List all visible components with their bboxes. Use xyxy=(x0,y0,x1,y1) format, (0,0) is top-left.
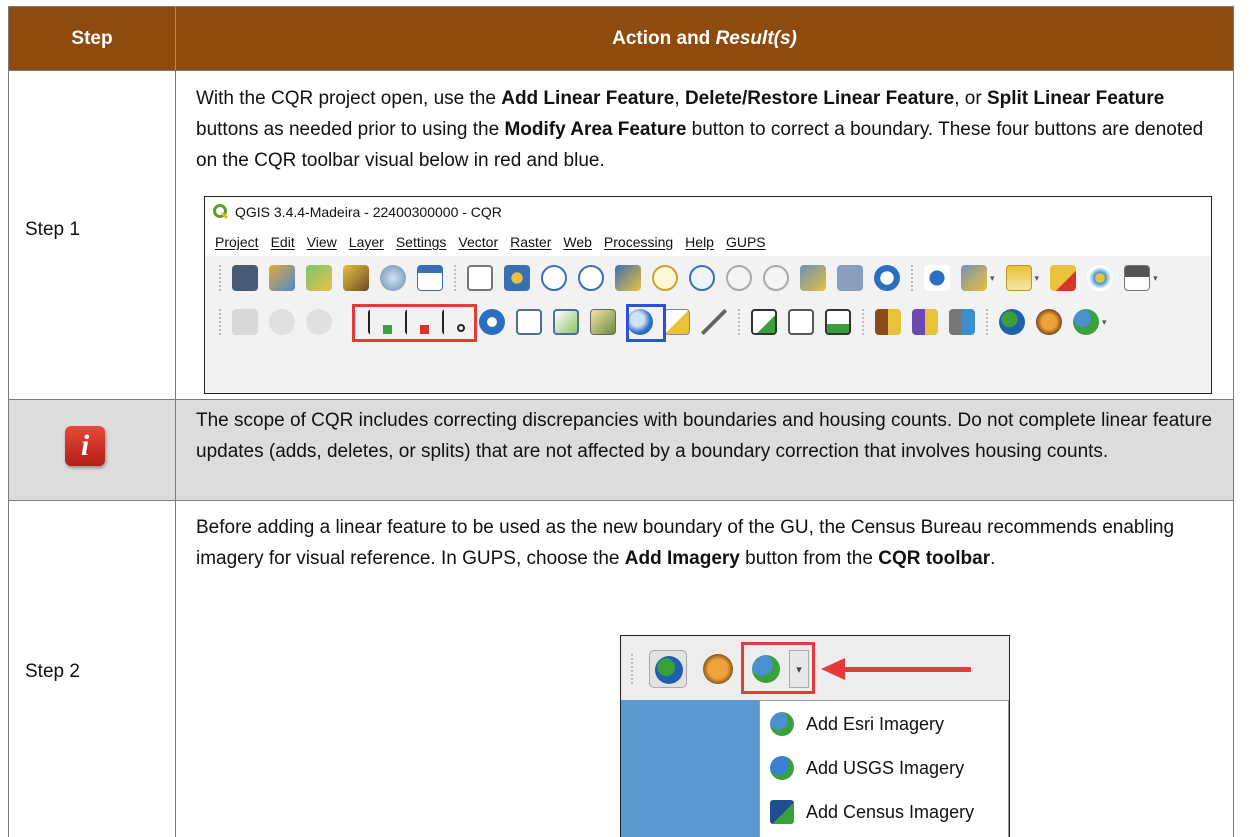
save-project-icon[interactable] xyxy=(232,265,258,291)
export-data-icon[interactable] xyxy=(912,309,938,335)
menu-raster[interactable]: Raster xyxy=(510,234,551,250)
menu-settings[interactable]: Settings xyxy=(396,234,447,250)
step2-paragraph: Before adding a linear feature to be use… xyxy=(196,517,1175,569)
census-icon xyxy=(770,800,794,824)
esri-globe-icon xyxy=(770,712,794,736)
qgis-logo-icon xyxy=(213,204,229,220)
measure-icon[interactable] xyxy=(1124,265,1151,291)
info-icon: i xyxy=(65,426,105,466)
table-row-step2: Step 2 Before adding a linear feature to… xyxy=(9,501,1233,837)
import-icon[interactable] xyxy=(875,309,901,335)
field-calculator-icon[interactable] xyxy=(1087,265,1114,291)
new-print-layout-icon[interactable] xyxy=(269,265,295,291)
review-changes-icon[interactable] xyxy=(516,309,542,335)
note-text-cell: The scope of CQR includes correcting dis… xyxy=(176,400,1233,500)
globe-button[interactable] xyxy=(649,650,687,688)
menu-project[interactable]: Project xyxy=(215,234,259,250)
menu-processing[interactable]: Processing xyxy=(604,234,673,250)
usgs-icon xyxy=(770,756,794,780)
zoom-next-icon[interactable] xyxy=(763,265,789,291)
zoom-to-layer-icon[interactable] xyxy=(689,265,715,291)
red-highlight-box xyxy=(352,304,477,342)
step2-label-cell: Step 2 xyxy=(9,501,176,837)
style-manager-icon[interactable] xyxy=(343,265,369,291)
table-row-note: i The scope of CQR includes correcting d… xyxy=(9,400,1233,501)
check-list-icon[interactable] xyxy=(825,309,851,335)
menu-layer[interactable]: Layer xyxy=(349,234,384,250)
cqr-toolbar-crop: ▾ xyxy=(621,636,1009,700)
arrow-icon xyxy=(821,658,845,680)
menu-edit[interactable]: Edit xyxy=(271,234,295,250)
note-paragraph: The scope of CQR includes correcting dis… xyxy=(196,410,1213,462)
menu-web[interactable]: Web xyxy=(563,234,592,250)
draw-shape-icon[interactable] xyxy=(788,309,814,335)
step1-label-cell: Step 1 xyxy=(9,71,176,399)
menu-add-usgs-imagery[interactable]: Add USGS Imagery xyxy=(760,749,1008,787)
step1-label: Step 1 xyxy=(25,219,80,240)
housing-counts-icon[interactable] xyxy=(553,309,579,335)
add-imagery-screenshot: ▾ Add Esri Imagery Add USGS Imagery Add … xyxy=(620,635,1010,837)
export-icon[interactable] xyxy=(417,265,443,291)
zoom-last-icon[interactable] xyxy=(726,265,752,291)
redo-icon[interactable] xyxy=(306,309,332,335)
table-edit-icon[interactable] xyxy=(590,309,616,335)
red-highlight-box xyxy=(741,642,815,694)
layout-manager-icon[interactable] xyxy=(306,265,332,291)
zoom-full-icon[interactable] xyxy=(615,265,641,291)
qgis-title: QGIS 3.4.4-Madeira - 22400300000 - CQR xyxy=(235,204,502,220)
tiger-icon[interactable] xyxy=(1036,309,1062,335)
menu-vector[interactable]: Vector xyxy=(458,234,498,250)
undo-icon[interactable] xyxy=(269,309,295,335)
qgis-title-bar: QGIS 3.4.4-Madeira - 22400300000 - CQR xyxy=(205,197,1211,227)
zoom-to-selection-icon[interactable] xyxy=(652,265,678,291)
show-bookmarks-icon[interactable] xyxy=(837,265,863,291)
qgis-toolbar-row1: ▾ ▾ ▾ xyxy=(205,256,1211,300)
identify-icon[interactable] xyxy=(924,265,950,291)
tiger-button[interactable] xyxy=(699,650,737,688)
menu-add-census-imagery[interactable]: Add Census Imagery xyxy=(760,793,1008,831)
ruler-icon[interactable] xyxy=(701,309,727,335)
qgis-toolbar-row2: ▾ xyxy=(205,300,1211,344)
package-icon[interactable] xyxy=(949,309,975,335)
move-label-icon[interactable] xyxy=(664,309,690,335)
qgis-window-screenshot: QGIS 3.4.4-Madeira - 22400300000 - CQR P… xyxy=(204,196,1212,394)
deselect-icon[interactable] xyxy=(1050,265,1077,291)
step2-action-cell: Before adding a linear feature to be use… xyxy=(176,501,1233,837)
tiger-icon xyxy=(703,654,733,684)
select-features-icon[interactable] xyxy=(961,265,987,291)
menu-gups[interactable]: GUPS xyxy=(726,234,766,250)
menu-view[interactable]: View xyxy=(307,234,337,250)
zoom-in-icon[interactable] xyxy=(541,265,567,291)
refresh-icon[interactable] xyxy=(874,265,900,291)
add-imagery-icon[interactable] xyxy=(1073,309,1099,335)
find-address-icon[interactable] xyxy=(479,309,505,335)
note-icon-cell: i xyxy=(9,400,176,500)
pan-map-icon[interactable] xyxy=(467,265,493,291)
step1-paragraph: With the CQR project open, use the Add L… xyxy=(196,88,1204,171)
pan-to-selection-icon[interactable] xyxy=(504,265,530,291)
blue-highlight-box xyxy=(626,304,666,342)
step1-action-cell: With the CQR project open, use the Add L… xyxy=(176,71,1233,399)
menu-help[interactable]: Help xyxy=(685,234,714,250)
edit-icon[interactable] xyxy=(232,309,258,335)
globe-icon[interactable] xyxy=(999,309,1025,335)
python-console-icon[interactable] xyxy=(380,265,406,291)
globe-icon xyxy=(655,656,683,684)
qgis-menu-bar: Project Edit View Layer Settings Vector … xyxy=(205,227,1211,256)
instruction-table: Step Action and Result(s) Step 1 With th… xyxy=(8,6,1234,837)
validate-icon[interactable] xyxy=(751,309,777,335)
zoom-out-icon[interactable] xyxy=(578,265,604,291)
new-bookmark-icon[interactable] xyxy=(800,265,826,291)
header-action: Action and Result(s) xyxy=(612,27,797,49)
attribute-table-icon[interactable] xyxy=(1005,265,1032,291)
step2-label: Step 2 xyxy=(25,661,80,682)
imagery-dropdown-menu: Add Esri Imagery Add USGS Imagery Add Ce… xyxy=(759,700,1009,837)
header-step: Step xyxy=(9,7,176,70)
table-header-row: Step Action and Result(s) xyxy=(9,7,1233,71)
table-row-step1: Step 1 With the CQR project open, use th… xyxy=(9,71,1233,400)
menu-add-esri-imagery[interactable]: Add Esri Imagery xyxy=(760,705,1008,743)
